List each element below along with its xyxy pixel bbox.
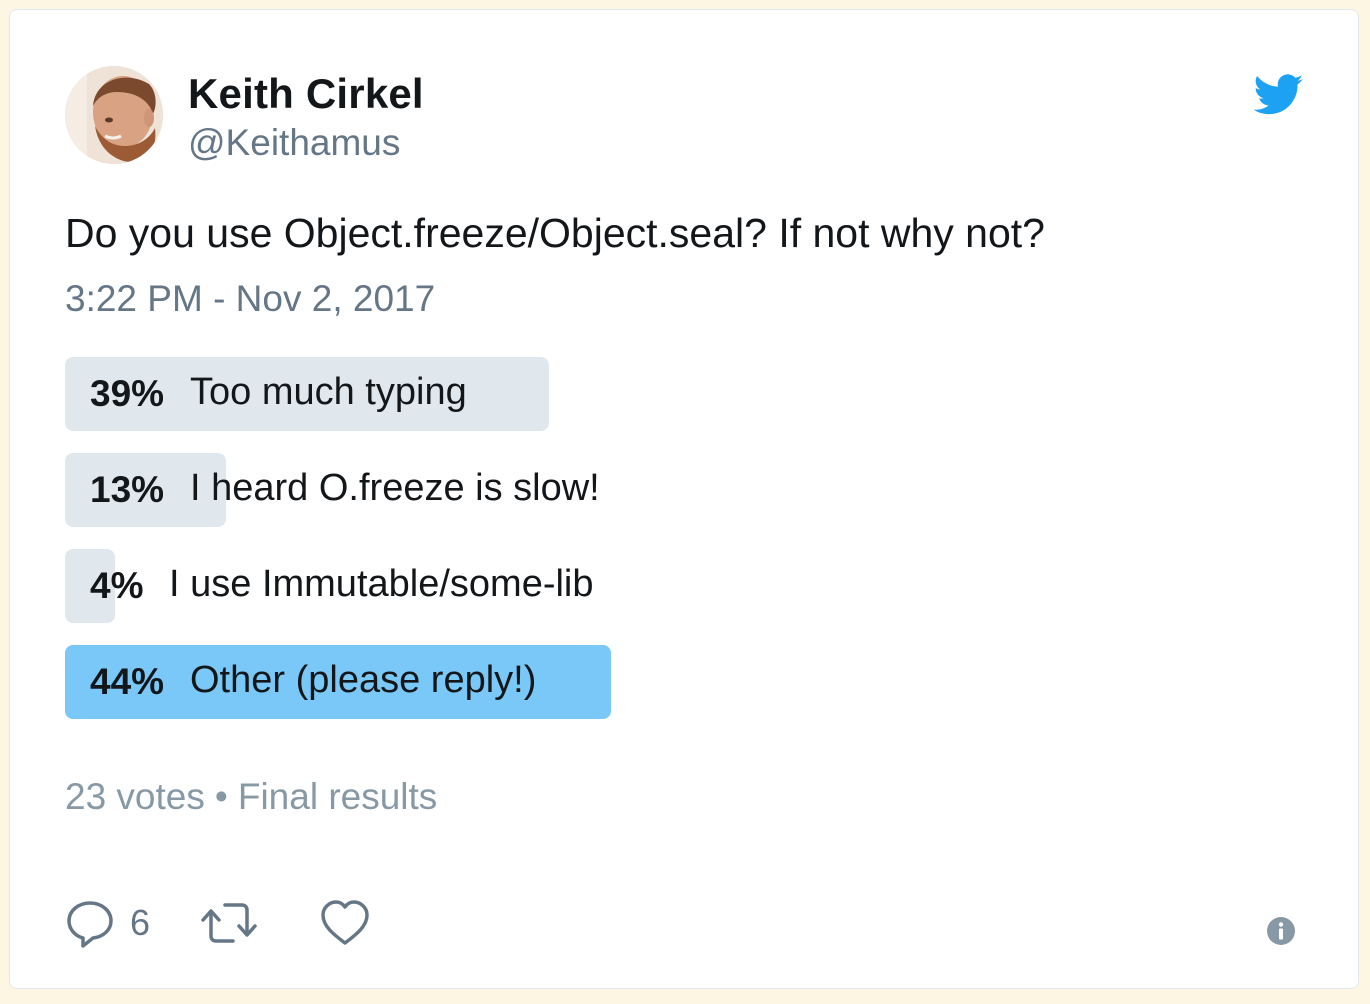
- tweet-card: Keith Cirkel @Keithamus Do you use Objec…: [9, 9, 1359, 989]
- poll-option: 44% Other (please reply!): [65, 645, 865, 719]
- author-name[interactable]: Keith Cirkel: [188, 70, 424, 118]
- retweet-icon[interactable]: [199, 898, 259, 948]
- poll-option-label: Other (please reply!): [190, 659, 537, 701]
- poll-option: 13% I heard O.freeze is slow!: [65, 453, 865, 527]
- reply-icon[interactable]: [65, 898, 115, 948]
- info-icon[interactable]: [1266, 916, 1296, 946]
- timestamp[interactable]: 3:22 PM - Nov 2, 2017: [65, 278, 435, 320]
- tweet-text: Do you use Object.freeze/Object.seal? If…: [65, 210, 1045, 256]
- author-handle[interactable]: @Keithamus: [188, 122, 400, 164]
- twitter-bird-icon[interactable]: [1254, 74, 1304, 116]
- avatar[interactable]: [65, 66, 163, 164]
- poll-option: 4% I use Immutable/some-lib: [65, 549, 865, 623]
- poll-percent: 4%: [90, 565, 144, 606]
- poll-option-label: I heard O.freeze is slow!: [190, 467, 600, 509]
- poll-status: Final results: [237, 776, 438, 817]
- poll-footer: 23 votes • Final results: [65, 776, 437, 818]
- poll-option-label: Too much typing: [190, 371, 467, 413]
- poll-option: 39% Too much typing: [65, 357, 865, 431]
- heart-icon[interactable]: [319, 898, 371, 948]
- vote-count: 23 votes: [65, 776, 205, 817]
- reply-count: 6: [130, 902, 151, 943]
- poll-percent: 13%: [90, 469, 165, 510]
- separator-dot: •: [214, 776, 228, 817]
- poll-percent: 39%: [90, 373, 165, 414]
- poll-option-label: I use Immutable/some-lib: [169, 563, 594, 605]
- poll: 39% Too much typing 13% I heard O.freeze…: [65, 357, 865, 741]
- poll-percent: 44%: [90, 661, 165, 702]
